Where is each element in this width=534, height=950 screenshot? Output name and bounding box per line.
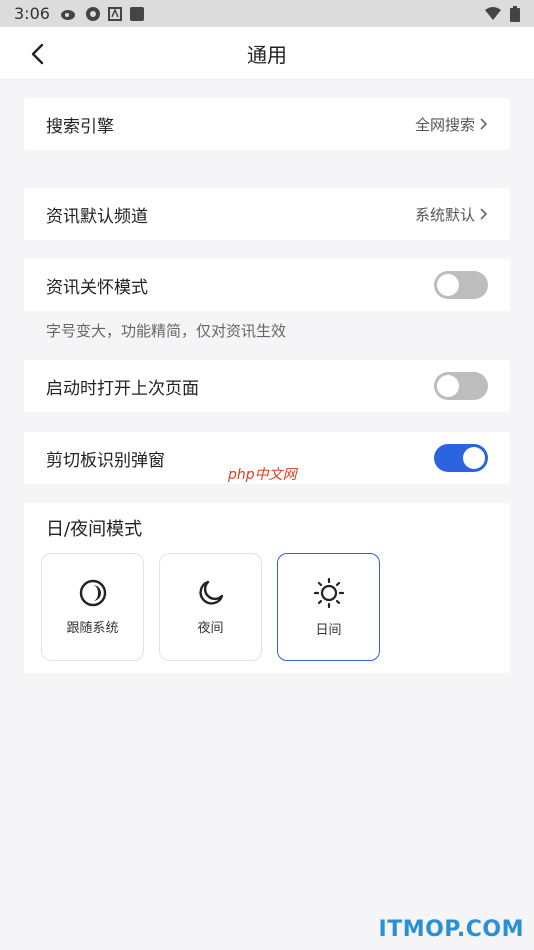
follow-system-icon	[79, 579, 106, 606]
weibo-icon	[60, 9, 75, 20]
news-channel-row[interactable]: 资讯默认频道 系统默认	[24, 188, 510, 240]
square-notification-icon	[129, 6, 144, 21]
restore-last-page-toggle[interactable]	[434, 372, 488, 400]
search-engine-card: 搜索引擎 全网搜索	[24, 98, 510, 150]
care-mode-label: 资讯关怀模式	[46, 277, 148, 298]
toggle-knob	[437, 274, 459, 296]
theme-option-follow-system[interactable]: 跟随系统	[41, 553, 144, 661]
status-bar: 3:06	[0, 0, 534, 27]
app-header: 通用	[0, 27, 534, 80]
moon-icon	[198, 580, 223, 605]
theme-mode-card: 日/夜间模式 跟随系统 夜间 日间	[24, 503, 510, 673]
news-channel-label: 资讯默认频道	[46, 206, 148, 227]
page-title: 通用	[247, 42, 287, 67]
restore-last-page-label: 启动时打开上次页面	[46, 378, 199, 399]
theme-option-label: 日间	[315, 622, 342, 638]
theme-option-label: 夜间	[197, 620, 224, 636]
restore-last-page-row: 启动时打开上次页面	[24, 360, 510, 412]
search-engine-row[interactable]: 搜索引擎 全网搜索	[24, 98, 510, 150]
status-system-icons	[484, 5, 520, 22]
restore-last-page-card: 启动时打开上次页面	[24, 360, 510, 412]
care-mode-toggle[interactable]	[434, 271, 488, 299]
news-channel-value-group: 系统默认	[415, 204, 488, 225]
back-button[interactable]	[22, 39, 52, 69]
theme-mode-title: 日/夜间模式	[46, 519, 143, 540]
care-mode-row: 资讯关怀模式	[24, 259, 510, 311]
news-channel-card: 资讯默认频道 系统默认	[24, 188, 510, 240]
news-channel-value: 系统默认	[414, 205, 475, 224]
chevron-left-icon	[31, 43, 44, 65]
toggle-knob	[463, 447, 485, 469]
site-watermark: ITMOP.COM	[378, 917, 524, 942]
app-badge-icon	[107, 6, 122, 21]
theme-mode-options: 跟随系统 夜间 日间	[24, 549, 510, 661]
wifi-icon	[485, 6, 501, 20]
status-notification-icons	[60, 6, 145, 22]
clipboard-popup-label: 剪切板识别弹窗	[46, 450, 165, 471]
care-mode-hint: 字号变大，功能精简，仅对资讯生效	[46, 322, 287, 340]
clipboard-popup-toggle[interactable]	[434, 444, 488, 472]
theme-option-night[interactable]: 夜间	[159, 553, 262, 661]
search-engine-value: 全网搜索	[414, 115, 475, 134]
toggle-knob	[437, 375, 459, 397]
chevron-right-icon	[480, 118, 488, 130]
sun-icon	[313, 577, 344, 608]
chevron-right-icon	[480, 208, 488, 220]
theme-option-day[interactable]: 日间	[277, 553, 380, 661]
php-watermark: php中文网	[228, 467, 297, 483]
battery-icon	[510, 5, 520, 22]
care-mode-card: 资讯关怀模式	[24, 259, 510, 311]
status-time: 3:06	[14, 4, 50, 23]
app-notification-icon	[85, 6, 100, 21]
search-engine-value-group: 全网搜索	[415, 114, 488, 135]
theme-option-label: 跟随系统	[66, 620, 119, 636]
search-engine-label: 搜索引擎	[46, 116, 114, 137]
